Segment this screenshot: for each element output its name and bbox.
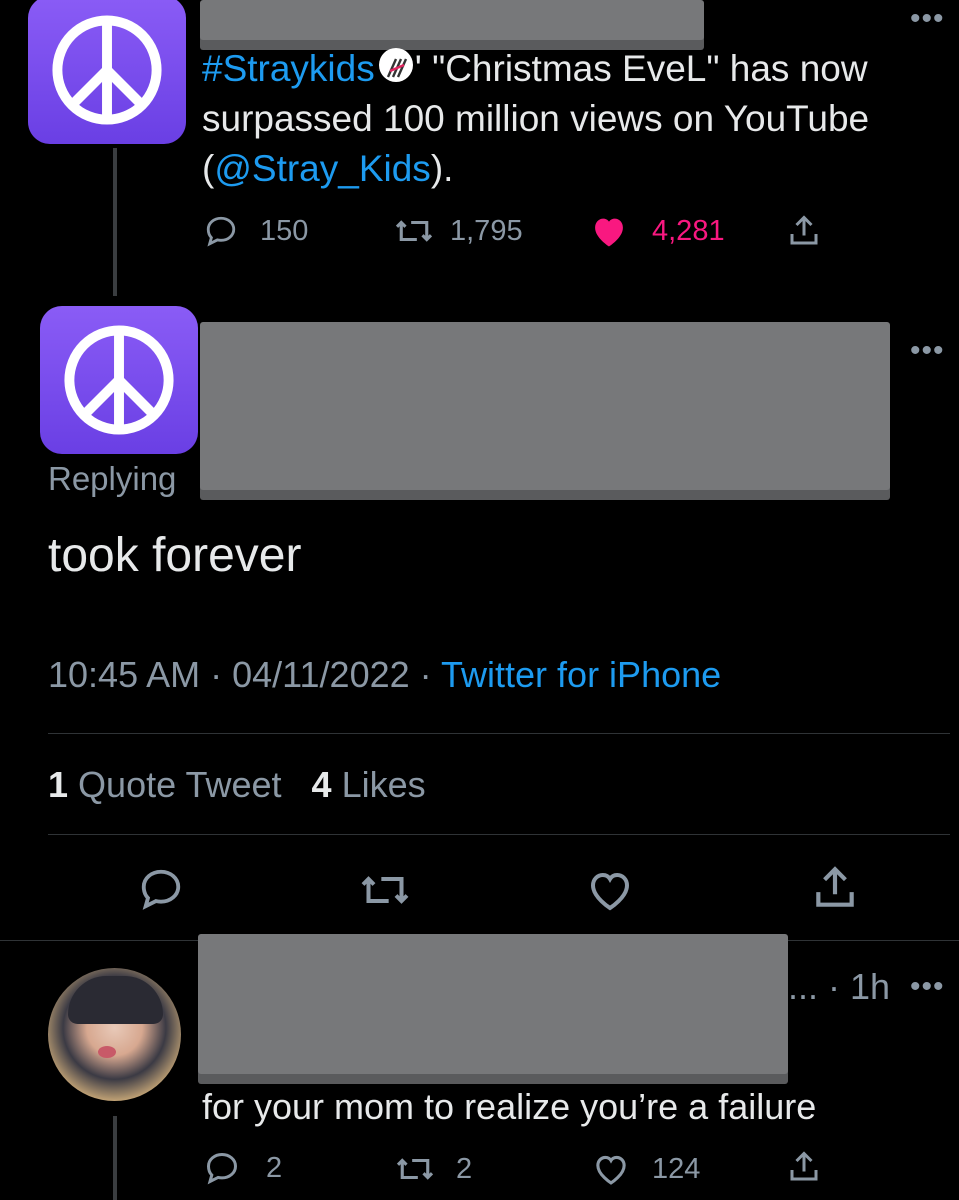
share-icon: [816, 866, 854, 907]
redacted-user-info: [200, 322, 890, 490]
share-button[interactable]: [786, 212, 822, 250]
reply-icon: [206, 216, 236, 247]
like-button[interactable]: [586, 868, 634, 912]
redacted-user-info: [198, 934, 788, 1074]
reply-time: · 1h: [828, 966, 891, 1007]
reply-button[interactable]: 2: [204, 1150, 282, 1186]
tweet-text: #Straykids ' "Christmas EveL" has now su…: [202, 48, 870, 189]
divider: [48, 834, 950, 835]
retweet-button[interactable]: 2: [394, 1152, 472, 1186]
reply-count: 150: [260, 214, 309, 247]
likes-stat[interactable]: 4 Likes: [312, 764, 426, 805]
peace-icon: [64, 325, 174, 435]
reply-button[interactable]: [138, 866, 184, 912]
retweet-icon: [361, 876, 409, 904]
like-button[interactable]: 124: [592, 1152, 700, 1186]
share-icon: [790, 1151, 818, 1181]
retweet-icon: [395, 220, 433, 242]
retweet-button[interactable]: [358, 868, 412, 912]
like-button[interactable]: 4,281: [590, 214, 725, 248]
avatar[interactable]: [40, 306, 198, 454]
reply-icon: [206, 1152, 238, 1185]
quote-tweets-stat[interactable]: 1 Quote Tweet: [48, 764, 282, 805]
more-options-icon[interactable]: •••: [910, 970, 945, 1004]
more-options-icon[interactable]: •••: [910, 334, 945, 368]
tweet-stats: 1 Quote Tweet 4 Likes: [48, 764, 426, 806]
replying-to-label: Replying: [48, 460, 177, 497]
thread-line: [113, 1116, 117, 1200]
avatar[interactable]: [28, 0, 186, 144]
retweet-button[interactable]: 1,795: [394, 214, 523, 248]
share-icon: [790, 215, 818, 245]
redacted-username: [200, 0, 704, 40]
share-button[interactable]: [786, 1148, 822, 1186]
tweet-meta: 10:45 AM · 04/11/2022 · Twitter for iPho…: [48, 654, 722, 695]
heart-filled-icon: [595, 218, 623, 247]
peace-icon: [52, 15, 162, 125]
main-tweet-text: took forever: [48, 529, 302, 582]
reply-meta: ... · 1h: [788, 966, 891, 1007]
like-count: 124: [652, 1152, 701, 1185]
retweet-count: 1,795: [450, 214, 523, 247]
heart-icon: [590, 872, 630, 911]
skz-emoji-icon: [378, 48, 413, 82]
reply-text: for your mom to realize you’re a failure: [202, 1086, 817, 1127]
retweet-count: 2: [456, 1152, 473, 1185]
reply-button[interactable]: 150: [204, 214, 308, 248]
reply-count: 2: [266, 1151, 283, 1184]
reply-icon: [141, 869, 181, 910]
hashtag-link[interactable]: #Straykids: [202, 48, 375, 89]
tweet-date: 04/11/2022: [232, 654, 410, 695]
divider: [48, 733, 950, 734]
like-count: 4,281: [652, 214, 725, 247]
more-options-icon[interactable]: •••: [910, 2, 945, 36]
tweet-time: 10:45 AM: [48, 654, 201, 695]
retweet-icon: [396, 1158, 434, 1180]
share-button[interactable]: [810, 862, 860, 914]
avatar-photo[interactable]: [48, 968, 181, 1101]
mention-link[interactable]: @Stray_Kids: [214, 148, 430, 189]
heart-icon: [596, 1155, 626, 1185]
thread-line: [113, 148, 117, 296]
tweet-source-link[interactable]: Twitter for iPhone: [441, 654, 721, 695]
